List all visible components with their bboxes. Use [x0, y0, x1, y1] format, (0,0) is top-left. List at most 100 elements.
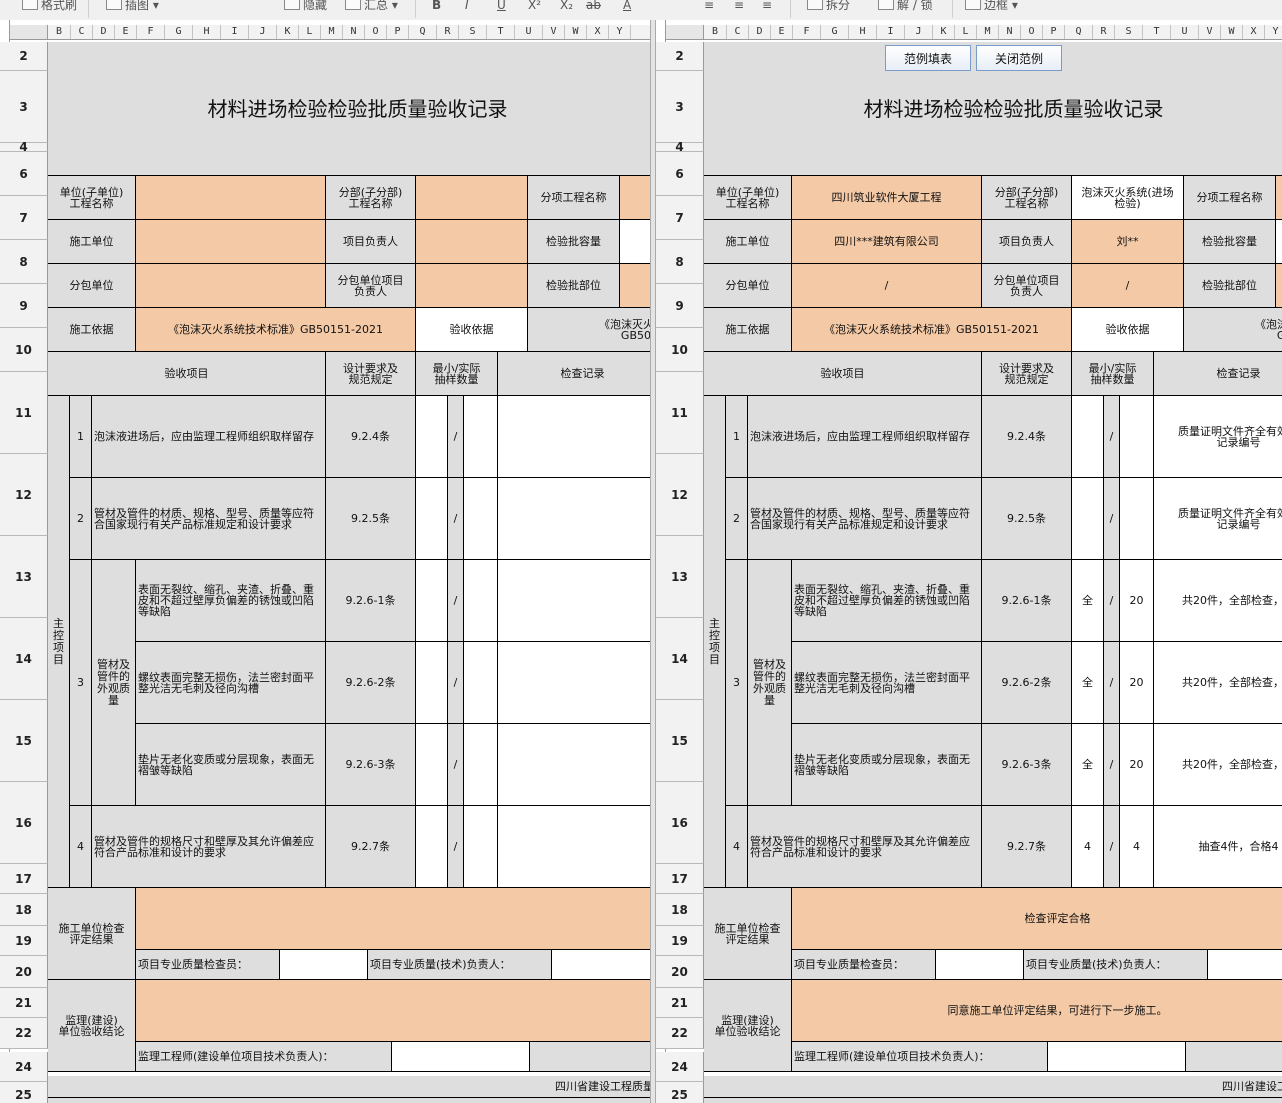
column-header-e[interactable]: E — [115, 25, 137, 39]
row-header-22[interactable]: 22 — [0, 1018, 48, 1049]
column-header-o[interactable]: O — [365, 25, 387, 39]
column-header-d[interactable]: D — [749, 25, 771, 39]
item-2-min[interactable] — [1072, 478, 1104, 560]
item-3-2-record[interactable] — [498, 642, 650, 724]
item-2-actual[interactable] — [1120, 478, 1154, 560]
row-header-17[interactable]: 17 — [656, 864, 704, 894]
row-header-4[interactable]: 4 — [0, 140, 48, 154]
row-header-14[interactable]: 14 — [0, 618, 48, 700]
item-3-3-record[interactable]: 共20件，全部检查，合 — [1154, 724, 1282, 806]
item-4-actual[interactable] — [464, 806, 498, 888]
close-example-button[interactable]: 关闭范例 — [976, 45, 1062, 71]
row-header-11[interactable]: 11 — [0, 372, 48, 454]
batch-location-input[interactable] — [620, 264, 650, 308]
column-header-x[interactable]: X — [587, 25, 609, 39]
row-header-15[interactable]: 15 — [0, 700, 48, 782]
unlock-button[interactable]: 解 / 锁 — [878, 0, 933, 18]
column-header-g[interactable]: G — [821, 25, 849, 39]
row-header-7[interactable]: 7 — [0, 196, 48, 240]
row-header-9[interactable]: 9 — [0, 284, 48, 328]
project-manager-input[interactable]: 刘** — [1072, 220, 1184, 264]
column-header-j[interactable]: J — [905, 25, 933, 39]
italic-button[interactable]: I — [465, 0, 469, 18]
supervisor-engineer-input[interactable] — [392, 1042, 530, 1072]
row-header-22[interactable]: 22 — [656, 1018, 704, 1049]
font-color-button[interactable]: A — [623, 0, 631, 18]
item-1-record[interactable]: 质量证明文件齐全有效， 记录编号 — [1154, 396, 1282, 478]
column-header-k[interactable]: K — [277, 25, 299, 39]
column-header-v[interactable]: V — [543, 25, 565, 39]
underline-button[interactable]: U — [497, 0, 506, 18]
column-header-g[interactable]: G — [165, 25, 193, 39]
row-header-25[interactable]: 25 — [0, 1082, 48, 1103]
column-header-r[interactable]: R — [437, 25, 459, 39]
item-3-1-min[interactable] — [416, 560, 448, 642]
column-header-m[interactable]: M — [321, 25, 343, 39]
column-header-i[interactable]: I — [221, 25, 249, 39]
column-header-s[interactable]: S — [459, 25, 487, 39]
item-4-min[interactable]: 4 — [1072, 806, 1104, 888]
row-header-20[interactable]: 20 — [656, 956, 704, 988]
column-header-w[interactable]: W — [565, 25, 587, 39]
item-1-actual[interactable] — [464, 396, 498, 478]
column-header-y[interactable]: Y — [1265, 25, 1282, 39]
item-3-2-actual[interactable] — [464, 642, 498, 724]
project-manager-input[interactable] — [416, 220, 528, 264]
sub-manager-input[interactable]: / — [1072, 264, 1184, 308]
superscript-button[interactable]: X² — [528, 0, 541, 18]
contractor-input[interactable] — [136, 220, 326, 264]
supervisor-engineer-input[interactable] — [1048, 1042, 1186, 1072]
item-3-3-min[interactable] — [416, 724, 448, 806]
column-header-m[interactable]: M — [977, 25, 999, 39]
column-header-t[interactable]: T — [1143, 25, 1171, 39]
row-header-16[interactable]: 16 — [656, 782, 704, 864]
batch-capacity-input[interactable] — [1276, 220, 1282, 264]
item-3-2-min[interactable]: 全 — [1072, 642, 1104, 724]
strikethrough-button[interactable]: ab — [586, 0, 601, 18]
contractor-check-result[interactable]: 检查评定合格 — [792, 888, 1282, 950]
column-header-t[interactable]: T — [487, 25, 515, 39]
column-header-u[interactable]: U — [1171, 25, 1199, 39]
item-3-1-record[interactable]: 共20件，全部检查，合 — [1154, 560, 1282, 642]
tech-manager-input[interactable] — [552, 950, 650, 980]
row-header-10[interactable]: 10 — [0, 328, 48, 372]
division-input[interactable]: 泡沫灭火系统(进场 检验) — [1072, 176, 1184, 220]
item-4-record[interactable] — [498, 806, 650, 888]
column-header-u[interactable]: U — [515, 25, 543, 39]
row-header-19[interactable]: 19 — [0, 926, 48, 956]
row-header-6[interactable]: 6 — [0, 152, 48, 196]
column-header-l[interactable]: L — [955, 25, 977, 39]
column-header-e[interactable]: E — [771, 25, 793, 39]
column-header-h[interactable]: H — [849, 25, 877, 39]
row-header-3[interactable]: 3 — [0, 71, 48, 143]
division-input[interactable] — [416, 176, 528, 220]
item-1-record[interactable] — [498, 396, 650, 478]
tech-manager-input[interactable] — [1208, 950, 1282, 980]
row-header-3[interactable]: 3 — [656, 71, 704, 143]
item-3-1-record[interactable] — [498, 560, 650, 642]
item-3-3-actual[interactable]: 20 — [1120, 724, 1154, 806]
supervisor-conclusion-result[interactable] — [136, 980, 650, 1042]
row-header-18[interactable]: 18 — [0, 894, 48, 926]
item-1-min[interactable] — [1072, 396, 1104, 478]
column-header-s[interactable]: S — [1115, 25, 1143, 39]
column-header-c[interactable]: C — [727, 25, 749, 39]
column-header-d[interactable]: D — [93, 25, 115, 39]
item-1-min[interactable] — [416, 396, 448, 478]
align-right-button[interactable]: ≡ — [762, 0, 772, 18]
column-header-q[interactable]: Q — [1065, 25, 1093, 39]
column-header-n[interactable]: N — [343, 25, 365, 39]
column-header-h[interactable]: H — [193, 25, 221, 39]
column-header-f[interactable]: F — [793, 25, 821, 39]
row-header-4[interactable]: 4 — [656, 140, 704, 154]
split-button[interactable]: 拆分 — [807, 0, 850, 18]
sub-manager-input[interactable] — [416, 264, 528, 308]
batch-capacity-input[interactable] — [620, 220, 650, 264]
row-header-20[interactable]: 20 — [0, 956, 48, 988]
column-header-y[interactable]: Y — [609, 25, 631, 39]
column-header-p[interactable]: P — [387, 25, 409, 39]
row-header-7[interactable]: 7 — [656, 196, 704, 240]
row-header-2[interactable]: 2 — [656, 42, 704, 71]
column-header-x[interactable]: X — [1243, 25, 1265, 39]
row-header-18[interactable]: 18 — [656, 894, 704, 926]
